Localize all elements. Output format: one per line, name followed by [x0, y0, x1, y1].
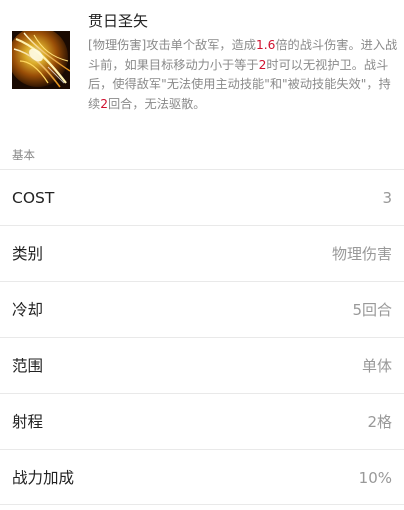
- attribute-label: 射程: [12, 413, 44, 431]
- golden-arrow-skill-icon: [12, 31, 70, 89]
- attribute-value: 10%: [358, 469, 392, 487]
- attribute-value: 3: [382, 189, 392, 207]
- attribute-row-reach: 射程 2格: [0, 393, 404, 449]
- attribute-row-category: 类别 物理伤害: [0, 225, 404, 281]
- attribute-row-power-bonus: 战力加成 10%: [0, 449, 404, 505]
- description-highlight: 2: [100, 96, 108, 111]
- attribute-value: 5回合: [352, 301, 392, 319]
- section-label: 基本: [12, 148, 35, 162]
- attribute-list: COST 3 类别 物理伤害 冷却 5回合 范围 单体 射程 2格 战力加成 1…: [0, 169, 404, 505]
- attribute-label: 类别: [12, 245, 44, 263]
- skill-description: [物理伤害]攻击单个敌军，造成1.6倍的战斗伤害。进入战斗前，如果目标移动力小于…: [88, 36, 398, 114]
- attribute-value: 单体: [361, 357, 392, 375]
- description-highlight: 1.6: [255, 38, 276, 52]
- skill-header: 贯日圣矢 [物理伤害]攻击单个敌军，造成1.6倍的战斗伤害。进入战斗前，如果目标…: [0, 0, 404, 140]
- attribute-label: 冷却: [12, 301, 44, 319]
- attribute-label: 战力加成: [12, 469, 75, 487]
- attribute-row-range: 范围 单体: [0, 337, 404, 393]
- attribute-label: COST: [12, 189, 55, 207]
- attribute-row-cooldown: 冷却 5回合: [0, 281, 404, 337]
- description-text: 回合，无法驱散。: [107, 96, 206, 111]
- attribute-row-cost: COST 3: [0, 169, 404, 225]
- description-text: [物理伤害]攻击单个敌军，造成: [88, 38, 256, 52]
- skill-name: 贯日圣矢: [88, 12, 149, 30]
- attribute-label: 范围: [12, 357, 44, 375]
- attribute-value: 物理伤害: [331, 245, 392, 263]
- attribute-value: 2格: [367, 413, 392, 431]
